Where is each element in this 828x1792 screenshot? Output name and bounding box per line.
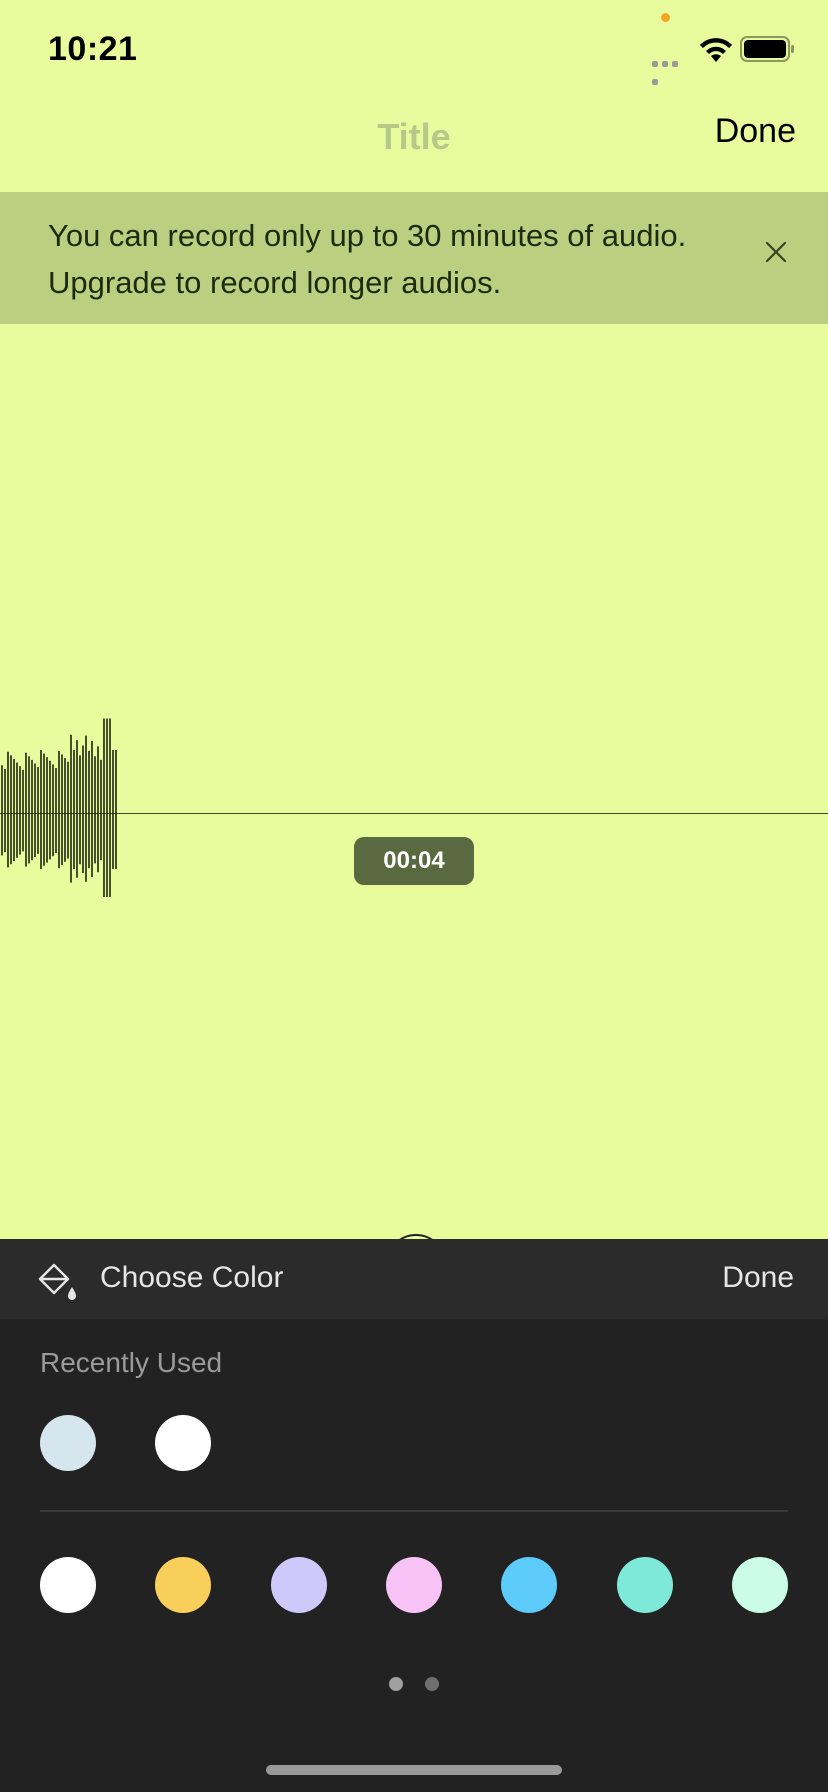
mic-indicator-icon — [661, 13, 670, 22]
page-indicator-dot — [389, 1677, 403, 1691]
home-indicator — [266, 1765, 562, 1775]
palette-color-swatch[interactable] — [155, 1557, 212, 1613]
recent-color-swatch[interactable] — [155, 1415, 211, 1471]
status-time: 10:21 — [48, 30, 138, 68]
palette-color-swatch[interactable] — [501, 1557, 558, 1613]
palette-color-swatch[interactable] — [731, 1557, 788, 1613]
sheet-done-button[interactable]: Done — [722, 1261, 794, 1295]
recent-color-swatch[interactable] — [40, 1415, 96, 1471]
palette-color-swatch[interactable] — [385, 1557, 442, 1613]
status-bar: 10:21 — [0, 0, 828, 100]
done-button[interactable]: Done — [715, 112, 796, 151]
battery-icon — [740, 36, 796, 67]
divider — [40, 1510, 788, 1512]
note-title[interactable]: Title — [0, 116, 828, 158]
cellular-signal-icon — [652, 54, 690, 85]
recently-used-label: Recently Used — [40, 1347, 223, 1378]
audio-waveform — [1, 718, 117, 897]
color-picker-sheet: Choose Color Done Recently Used — [0, 1239, 828, 1792]
palette-color-swatch[interactable] — [270, 1557, 327, 1613]
wifi-icon — [698, 36, 734, 69]
sheet-header: Choose Color Done — [0, 1239, 828, 1319]
paint-bucket-icon — [36, 1261, 80, 1308]
palette-color-swatch[interactable] — [40, 1557, 96, 1613]
upgrade-banner: You can record only up to 30 minutes of … — [0, 192, 828, 324]
sheet-title: Choose Color — [100, 1261, 284, 1294]
page-indicator-dot — [425, 1677, 439, 1691]
palette-color-swatch[interactable] — [616, 1557, 673, 1613]
recording-time-badge: 00:04 — [354, 837, 474, 885]
close-icon[interactable] — [762, 238, 790, 266]
banner-message: You can record only up to 30 minutes of … — [48, 218, 687, 300]
